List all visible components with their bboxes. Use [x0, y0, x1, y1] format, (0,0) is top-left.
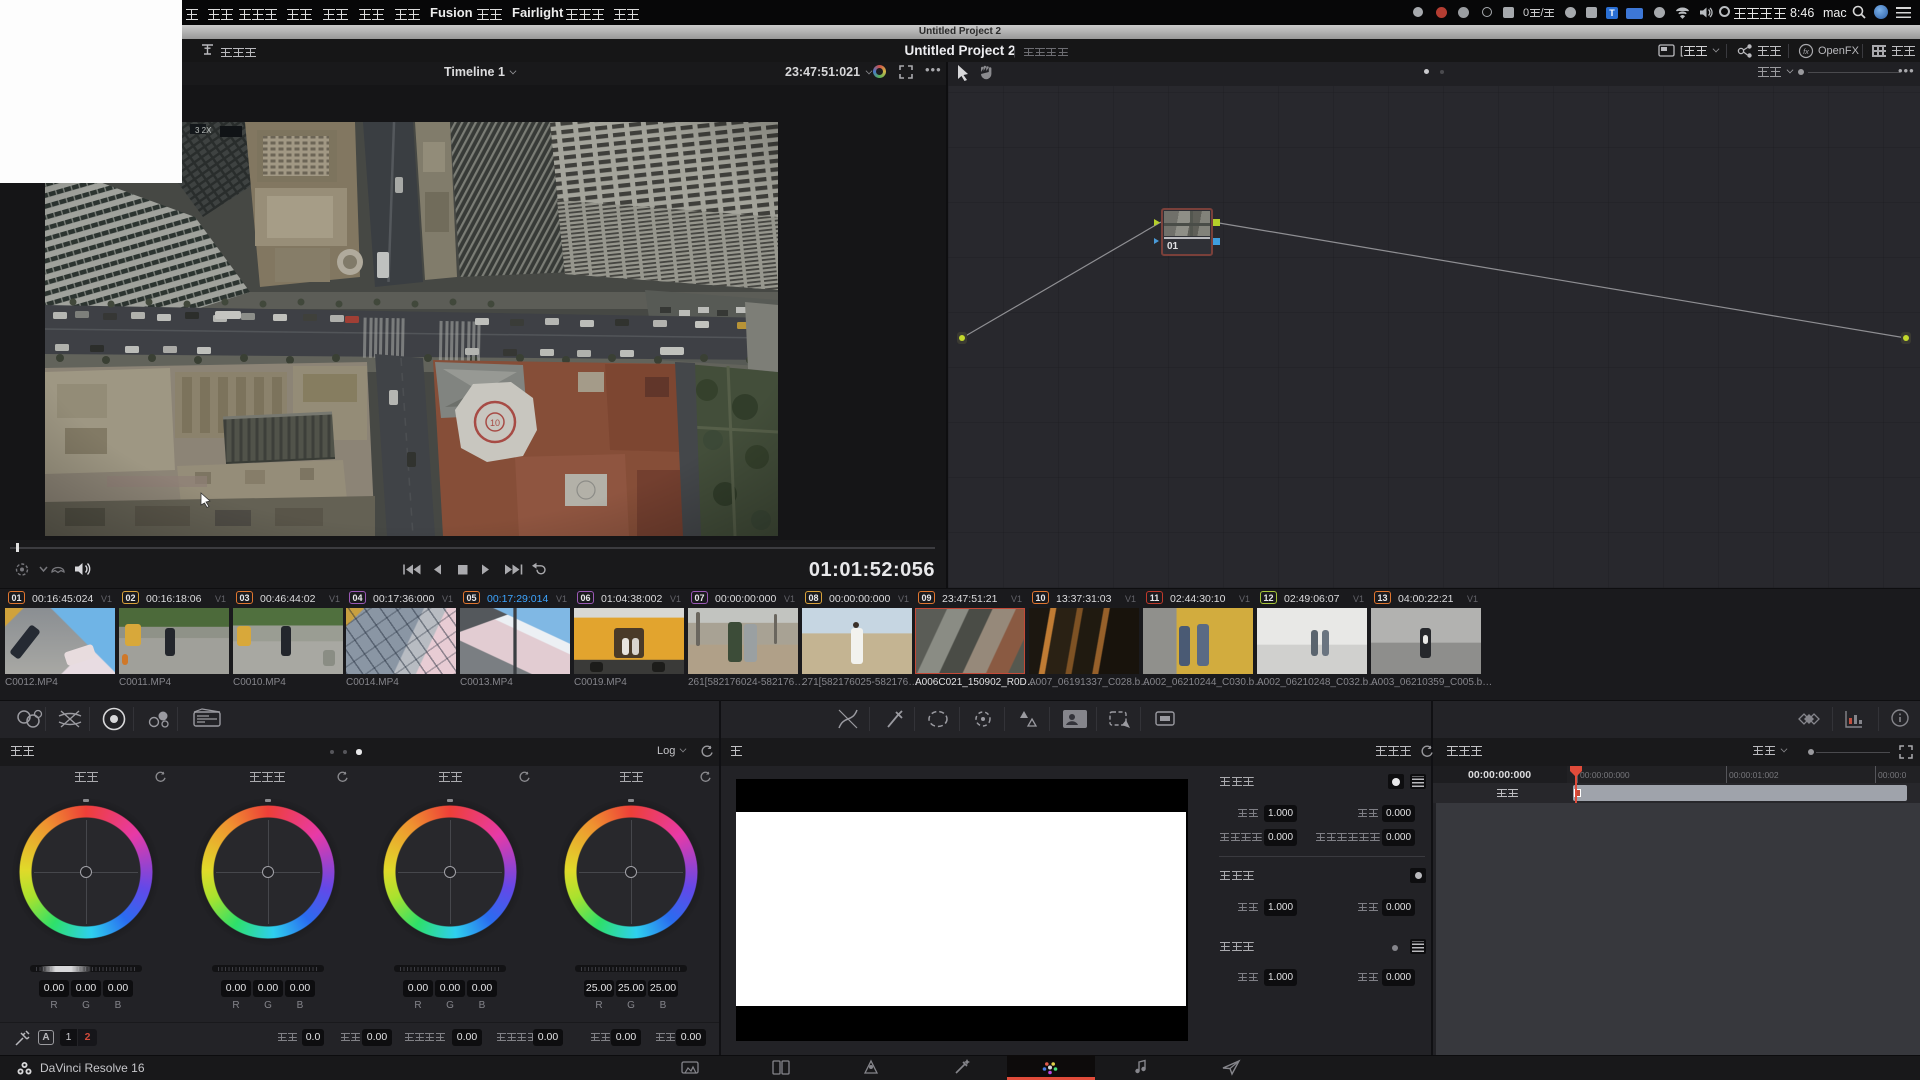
svg-text:fx: fx	[1803, 47, 1809, 56]
